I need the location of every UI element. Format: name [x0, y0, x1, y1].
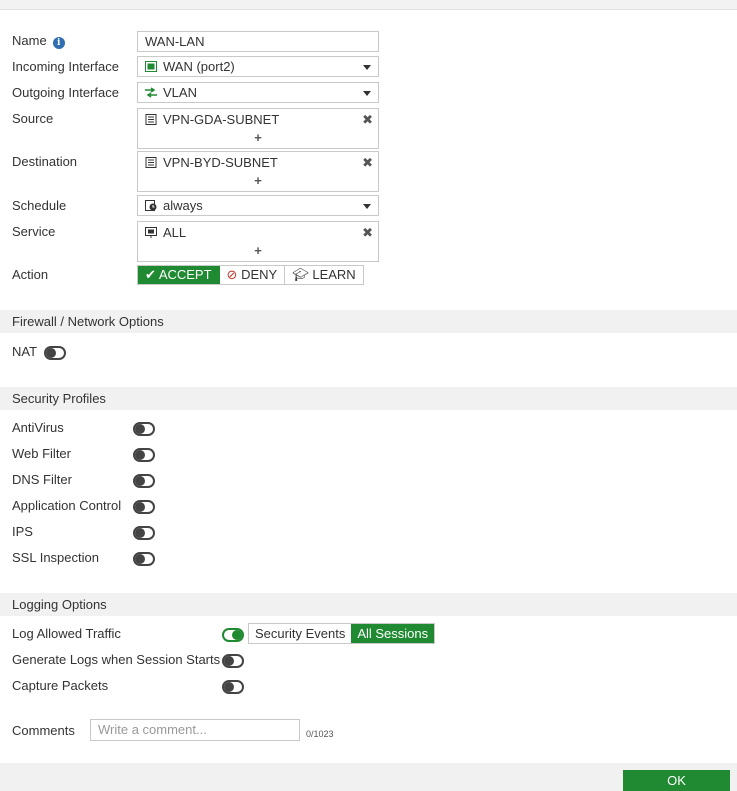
chevron-down-icon: [363, 204, 371, 209]
toggle-knob: [135, 554, 145, 564]
security-section-title: Security Profiles: [12, 391, 106, 406]
service-field[interactable]: ALL ✖ +: [137, 221, 379, 262]
all-sessions-button[interactable]: All Sessions: [351, 624, 435, 643]
source-field[interactable]: VPN-GDA-SUBNET ✖ +: [137, 108, 379, 149]
source-label: Source: [12, 111, 54, 126]
name-input[interactable]: WAN-LAN: [137, 31, 379, 52]
ips-toggle[interactable]: [133, 526, 155, 540]
destination-label: Destination: [12, 154, 78, 169]
source-value: VPN-GDA-SUBNET: [163, 112, 280, 127]
accept-button[interactable]: ✔ ACCEPT: [138, 266, 220, 284]
name-value: WAN-LAN: [145, 34, 205, 49]
toggle-knob: [135, 424, 145, 434]
schedule-value: always: [163, 198, 203, 213]
source-entry: VPN-GDA-SUBNET: [145, 111, 279, 128]
antivirus-label: AntiVirus: [12, 420, 64, 435]
logging-section-header: Logging Options: [0, 593, 737, 616]
name-label-row: Name i: [12, 33, 65, 49]
address-icon: [145, 114, 157, 125]
antivirus-toggle[interactable]: [133, 422, 155, 436]
log-allowed-traffic-toggle[interactable]: [222, 628, 244, 642]
application-control-label: Application Control: [12, 498, 122, 513]
web-filter-label: Web Filter: [12, 446, 71, 461]
incoming-interface-select[interactable]: WAN (port2): [137, 56, 379, 77]
toggle-knob: [224, 656, 234, 666]
incoming-interface-label: Incoming Interface: [12, 59, 119, 74]
destination-remove-icon[interactable]: ✖: [362, 154, 373, 171]
graduation-cap-icon: 🎓︎: [292, 267, 309, 282]
network-port-icon: [145, 61, 157, 72]
toggle-knob: [46, 348, 56, 358]
comments-input[interactable]: [90, 719, 300, 741]
dns-filter-toggle[interactable]: [133, 474, 155, 488]
ssl-inspection-toggle[interactable]: [133, 552, 155, 566]
web-filter-toggle[interactable]: [133, 448, 155, 462]
security-events-button[interactable]: Security Events: [249, 624, 351, 643]
service-entry: ALL: [145, 224, 186, 241]
outgoing-interface-select[interactable]: VLAN: [137, 82, 379, 103]
log-mode-selector: Security Events All Sessions: [248, 623, 436, 644]
incoming-interface-value: WAN (port2): [163, 59, 235, 74]
source-add-button[interactable]: +: [138, 129, 378, 146]
firewall-section-header: Firewall / Network Options: [0, 310, 737, 333]
toggle-knob: [135, 528, 145, 538]
destination-value: VPN-BYD-SUBNET: [163, 155, 278, 170]
action-selector: ✔ ACCEPT ⊘ DENY 🎓︎ LEARN: [137, 265, 364, 285]
log-allowed-traffic-label: Log Allowed Traffic: [12, 626, 121, 641]
nat-toggle[interactable]: [44, 346, 66, 360]
chevron-down-icon: [363, 91, 371, 96]
dns-filter-label: DNS Filter: [12, 472, 72, 487]
logging-section-title: Logging Options: [12, 597, 107, 612]
application-control-toggle[interactable]: [133, 500, 155, 514]
generate-logs-label: Generate Logs when Session Starts: [12, 652, 221, 667]
learn-button[interactable]: 🎓︎ LEARN: [285, 266, 363, 284]
schedule-clock-icon: [145, 200, 157, 211]
ok-button[interactable]: OK: [623, 770, 730, 791]
destination-field[interactable]: VPN-BYD-SUBNET ✖ +: [137, 151, 379, 192]
source-remove-icon[interactable]: ✖: [362, 111, 373, 128]
service-value: ALL: [163, 225, 187, 240]
ips-label: IPS: [12, 524, 33, 539]
service-add-button[interactable]: +: [138, 242, 378, 259]
action-label: Action: [12, 267, 49, 282]
toggle-knob: [232, 630, 242, 640]
service-label: Service: [12, 224, 56, 239]
info-icon[interactable]: i: [52, 37, 65, 49]
deny-label: DENY: [241, 267, 278, 282]
destination-add-button[interactable]: +: [138, 172, 378, 189]
comments-label: Comments: [12, 723, 75, 738]
outgoing-interface-value: VLAN: [163, 85, 197, 100]
ssl-inspection-label: SSL Inspection: [12, 550, 99, 565]
capture-packets-toggle[interactable]: [222, 680, 244, 694]
address-icon: [145, 157, 157, 168]
destination-entry: VPN-BYD-SUBNET: [145, 154, 278, 171]
learn-label: LEARN: [312, 267, 356, 282]
security-section-header: Security Profiles: [0, 387, 737, 410]
outgoing-interface-label: Outgoing Interface: [12, 85, 119, 100]
top-bar: [0, 0, 737, 10]
service-icon: [145, 227, 157, 238]
check-icon: ✔: [145, 267, 156, 282]
accept-label: ACCEPT: [158, 267, 212, 282]
firewall-section-title: Firewall / Network Options: [12, 314, 164, 329]
nat-label: NAT: [12, 344, 38, 359]
toggle-knob: [135, 502, 145, 512]
name-label: Name: [12, 33, 47, 48]
toggle-knob: [224, 682, 234, 692]
toggle-knob: [135, 450, 145, 460]
service-remove-icon[interactable]: ✖: [362, 224, 373, 241]
schedule-select[interactable]: always: [137, 195, 379, 216]
deny-icon: ⊘: [226, 267, 238, 282]
toggle-knob: [135, 476, 145, 486]
chevron-down-icon: [363, 65, 371, 70]
capture-packets-label: Capture Packets: [12, 678, 109, 693]
comment-char-counter: 0/1023: [306, 729, 334, 739]
schedule-label: Schedule: [12, 198, 67, 213]
deny-button[interactable]: ⊘ DENY: [220, 266, 286, 284]
vlan-switch-icon: [145, 87, 157, 98]
generate-logs-toggle[interactable]: [222, 654, 244, 668]
